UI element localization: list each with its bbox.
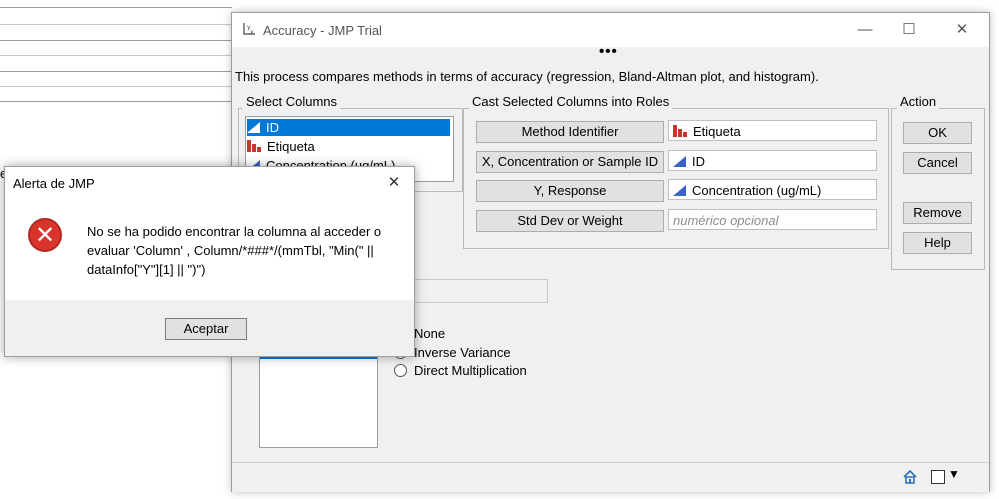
maximize-button[interactable]: ☐ <box>894 19 924 41</box>
secondary-list[interactable] <box>259 355 378 448</box>
background-line <box>0 86 232 87</box>
layout-dropdown-icon[interactable]: ▼ <box>948 467 960 481</box>
error-icon: ✕ <box>28 218 62 252</box>
background-line <box>0 24 232 25</box>
select-columns-title: Select Columns <box>243 94 341 109</box>
nominal-icon <box>247 140 261 152</box>
x-concentration-value: ID <box>692 154 705 169</box>
background-line <box>0 101 232 102</box>
continuous-icon <box>247 122 260 133</box>
close-button[interactable]: ✕ <box>947 19 977 41</box>
background-line <box>0 40 232 41</box>
list-item-label: ID <box>266 120 279 135</box>
dialog-footer: Aceptar <box>5 300 414 356</box>
background-line <box>0 55 232 56</box>
radio-inverse-variance-label: Inverse Variance <box>414 345 511 360</box>
process-description: This process compares methods in terms o… <box>235 69 819 84</box>
accept-button[interactable]: Aceptar <box>165 318 247 340</box>
background-line <box>0 7 232 8</box>
radio-none-label: None <box>414 326 446 341</box>
status-bar: ▼ <box>232 462 989 492</box>
list-item-id[interactable]: ID <box>247 119 450 136</box>
cancel-button[interactable]: Cancel <box>903 152 972 174</box>
list-item-label: Etiqueta <box>267 139 315 154</box>
ok-button[interactable]: OK <box>903 122 972 144</box>
remove-button[interactable]: Remove <box>903 202 972 224</box>
x-concentration-field[interactable]: ID <box>668 150 877 171</box>
jmp-script-icon: yx <box>242 22 256 36</box>
window-title: Accuracy - JMP Trial <box>263 23 382 38</box>
error-message: No se ha podido encontrar la columna al … <box>87 224 382 277</box>
window-layout-icon[interactable] <box>931 470 945 484</box>
continuous-icon <box>673 185 686 196</box>
dialog-close-button[interactable]: ✕ <box>382 173 406 193</box>
y-response-field[interactable]: Concentration (ug/mL) <box>668 179 877 200</box>
title-bar[interactable]: yx Accuracy - JMP Trial — ☐ ✕ <box>232 13 989 47</box>
svg-text:x: x <box>250 29 254 36</box>
action-title: Action <box>897 94 940 109</box>
background-line <box>0 71 232 72</box>
std-dev-weight-field[interactable]: numérico opcional <box>668 209 877 230</box>
y-response-value: Concentration (ug/mL) <box>692 183 822 198</box>
disabled-field <box>392 279 548 303</box>
roles-title: Cast Selected Columns into Roles <box>469 94 673 109</box>
x-concentration-button[interactable]: X, Concentration or Sample ID <box>476 151 664 173</box>
dialog-title: Alerta de JMP <box>13 176 95 191</box>
method-identifier-field[interactable]: Etiqueta <box>668 120 877 141</box>
method-identifier-button[interactable]: Method Identifier <box>476 121 664 143</box>
more-options[interactable]: ••• <box>599 43 618 60</box>
minimize-button[interactable]: — <box>850 19 880 41</box>
radio-direct-multiplication[interactable] <box>394 364 407 377</box>
continuous-icon <box>673 156 686 167</box>
radio-direct-multiplication-label: Direct Multiplication <box>414 363 527 378</box>
alert-dialog: Alerta de JMP ✕ ✕ No se ha podido encont… <box>4 166 415 357</box>
home-icon[interactable] <box>902 469 918 485</box>
y-response-button[interactable]: Y, Response <box>476 180 664 202</box>
method-identifier-value: Etiqueta <box>693 124 741 139</box>
nominal-icon <box>673 125 687 137</box>
list-item-etiqueta[interactable]: Etiqueta <box>247 138 450 155</box>
std-dev-weight-button[interactable]: Std Dev or Weight <box>476 210 664 232</box>
help-button[interactable]: Help <box>903 232 972 254</box>
